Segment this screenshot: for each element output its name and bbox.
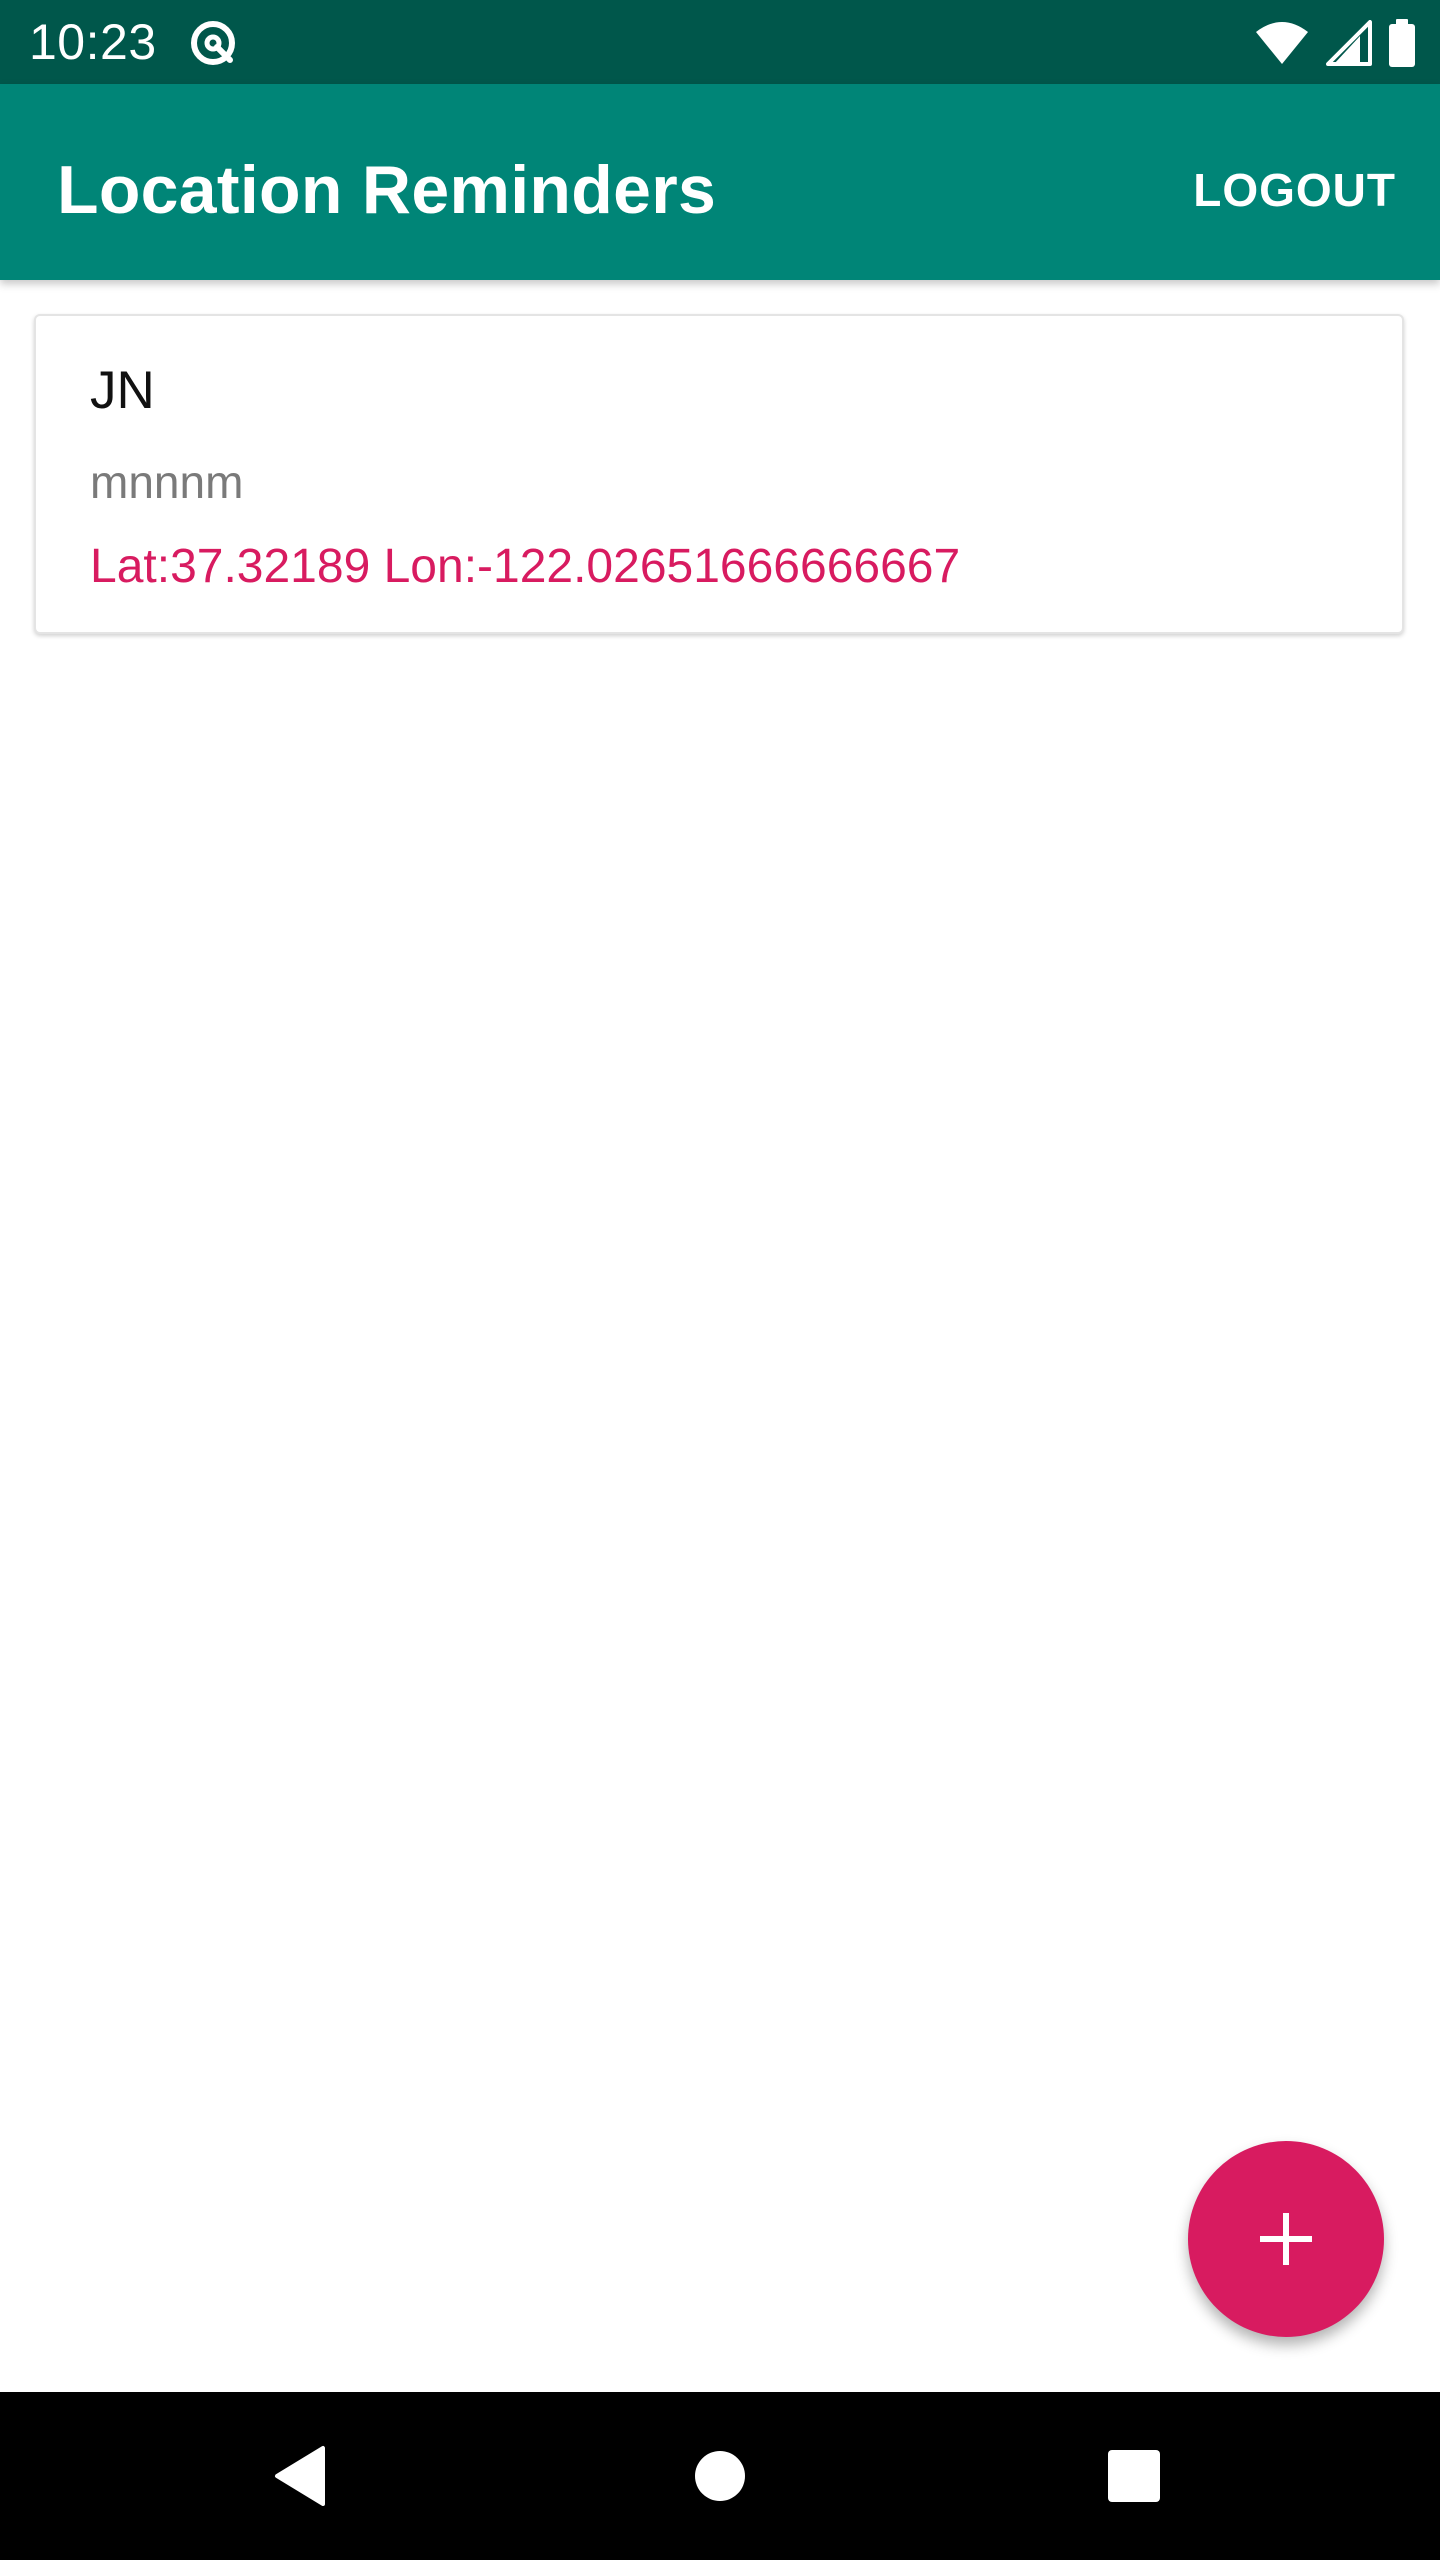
screen: 10:23 Location Reminders LOGOUT JN mnnnm… <box>0 0 1440 2560</box>
back-button[interactable] <box>261 2436 341 2516</box>
status-bar: 10:23 <box>0 0 1440 84</box>
status-time: 10:23 <box>29 14 157 70</box>
wifi-icon <box>1256 22 1308 64</box>
reminder-location: Lat:37.32189 Lon:-122.02651666666667 <box>90 540 961 593</box>
logout-button[interactable]: LOGOUT <box>1187 152 1402 228</box>
recents-icon <box>1108 2450 1160 2502</box>
app-title: Location Reminders <box>57 152 717 228</box>
recents-button[interactable] <box>1094 2436 1174 2516</box>
battery-icon <box>1389 19 1415 67</box>
home-icon <box>695 2451 745 2501</box>
back-icon <box>275 2446 325 2506</box>
status-icons <box>1254 18 1416 68</box>
reminder-description: mnnnm <box>90 456 244 508</box>
add-icon <box>1260 2213 1312 2265</box>
add-reminder-button[interactable] <box>1188 2141 1384 2337</box>
home-button[interactable] <box>680 2436 760 2516</box>
app-bar: Location Reminders LOGOUT <box>0 84 1440 280</box>
cellular-icon <box>1326 20 1372 66</box>
reminder-title: JN <box>90 361 155 420</box>
reminder-card[interactable]: JN mnnnm Lat:37.32189 Lon:-122.026516666… <box>34 314 1404 634</box>
navigation-bar <box>0 2392 1440 2560</box>
notification-icon <box>191 21 235 65</box>
